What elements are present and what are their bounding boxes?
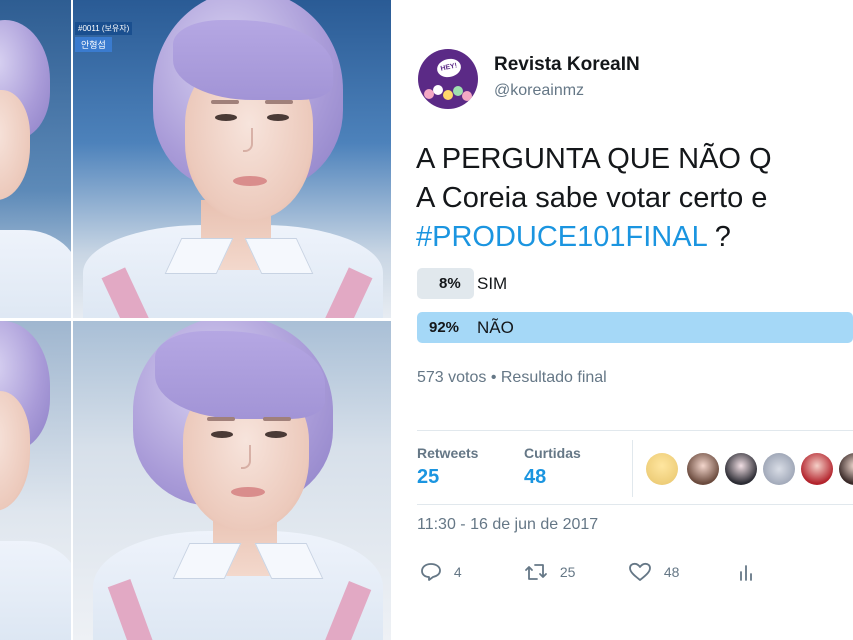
like-action-count: 48 [663, 564, 680, 580]
analytics-icon [740, 565, 752, 581]
tweet-text-line-1: A PERGUNTA QUE NÃO Q [416, 143, 772, 175]
likes-count: 48 [524, 466, 547, 488]
liker-avatar[interactable] [725, 453, 757, 485]
divider-bottom [417, 504, 853, 505]
avatar-badge: HEY! [435, 56, 463, 80]
analytics-button[interactable] [738, 562, 756, 582]
photo-panel-top-left [0, 0, 71, 318]
tweet-text: A PERGUNTA QUE NÃO Q A Coreia sabe votar… [416, 140, 772, 257]
poll-results-meta: 573 votos • Resultado final [417, 369, 607, 386]
poll-percent-nao: 92% [429, 319, 460, 336]
likes-label: Curtidas [524, 445, 581, 461]
divider-top [417, 430, 853, 431]
liker-avatar[interactable] [839, 453, 853, 485]
poll-percent-sim: 8% [439, 275, 461, 292]
reply-count: 4 [453, 564, 462, 580]
retweet-icon [525, 564, 547, 580]
retweets-stat[interactable]: Retweets 25 [417, 445, 478, 489]
like-button[interactable]: 48 [628, 562, 679, 582]
poll-option-sim: 8% SIM [417, 268, 853, 299]
liker-avatar[interactable] [801, 453, 833, 485]
poll-label-nao: NÃO [477, 318, 514, 337]
reply-button[interactable]: 4 [420, 562, 462, 582]
retweets-label: Retweets [417, 445, 479, 461]
broadcast-tag-name: 안형섭 [75, 37, 112, 52]
photo-collage: #0011 (보유자) 안형섭 [0, 0, 391, 640]
photo-panel-bottom-right [73, 321, 391, 640]
liker-avatar[interactable] [763, 453, 795, 485]
hashtag-link[interactable]: #PRODUCE101FINAL [416, 221, 707, 253]
tweet-text-suffix: ? [706, 221, 731, 253]
stats-divider [632, 440, 633, 497]
tweet-timestamp[interactable]: 11:30 - 16 de jun de 2017 [417, 516, 598, 534]
retweets-count: 25 [417, 466, 440, 488]
tweet-text-line-3: #PRODUCE101FINAL ? [416, 218, 772, 257]
broadcast-name-tag: #0011 (보유자) 안형섭 [75, 22, 133, 53]
author-handle[interactable]: @koreainmz [494, 82, 584, 100]
avatar[interactable]: HEY! [418, 49, 478, 109]
poll-option-nao: 92% NÃO [417, 312, 853, 343]
tweet-card: HEY! Revista KoreaIN @koreainmz A PERGUN… [392, 0, 853, 640]
heart-icon [629, 562, 651, 581]
collage-divider-horizontal [0, 318, 391, 321]
retweet-action-count: 25 [559, 564, 576, 580]
tweet-text-line-2: A Coreia sabe votar certo e [416, 182, 768, 214]
liker-avatar[interactable] [646, 453, 678, 485]
poll-label-sim: SIM [477, 274, 508, 293]
liker-avatar[interactable] [687, 453, 719, 485]
photo-panel-bottom-left [0, 321, 71, 640]
reply-icon [421, 563, 441, 581]
likes-stat[interactable]: Curtidas 48 [524, 445, 581, 489]
broadcast-tag-number: #0011 (보유자) [75, 22, 133, 35]
flower-icon [424, 83, 472, 103]
retweet-button[interactable]: 25 [524, 562, 575, 582]
author-name[interactable]: Revista KoreaIN [494, 54, 640, 76]
